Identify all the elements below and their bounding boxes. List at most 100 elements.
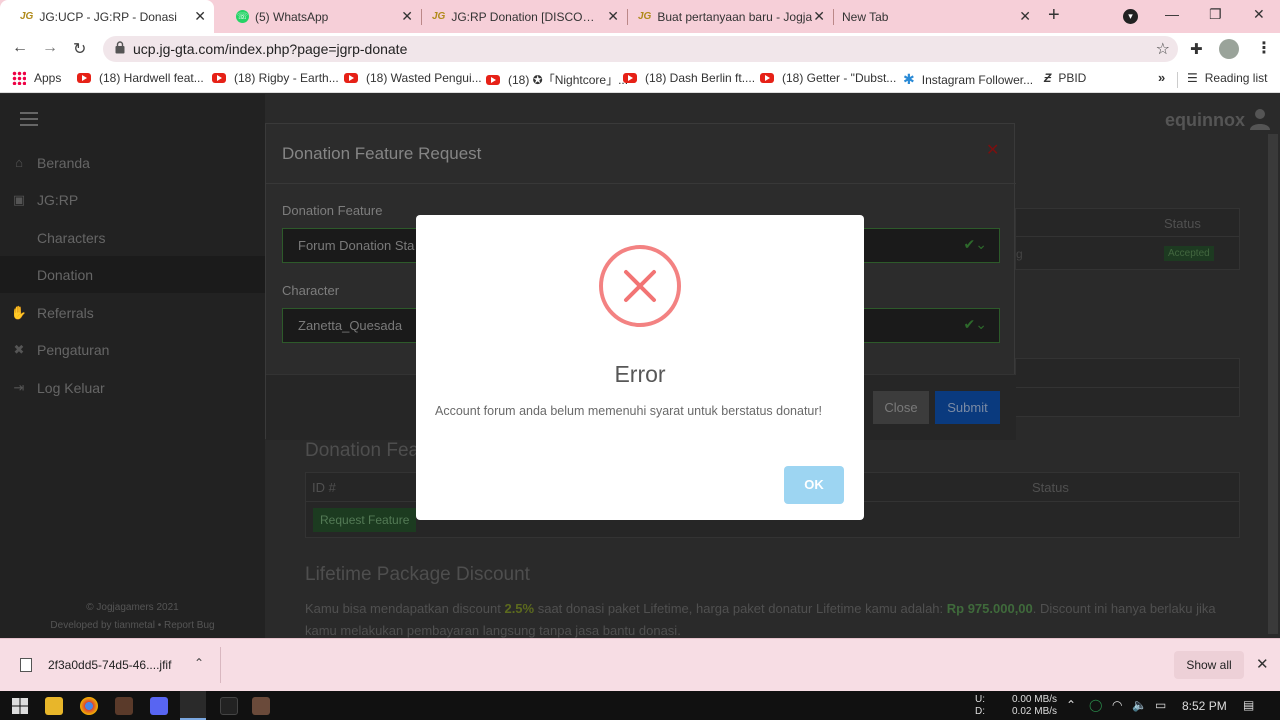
menu-dots-icon[interactable]: ⋮ xyxy=(1256,38,1272,58)
bookmark-nightcore[interactable]: (18) ✪「Nightcore」... xyxy=(486,71,628,88)
tab-donation-discount[interactable]: JG JG:RP Donation [DISCOUNT] ✕ xyxy=(422,0,627,33)
close-icon[interactable]: ✕ xyxy=(194,8,206,25)
bookmark-star-icon[interactable]: ☆ xyxy=(1156,39,1170,59)
request-feature-button[interactable]: Request Feature xyxy=(313,508,417,532)
bookmark-wasted-penguin[interactable]: (18) Wasted Pengui... xyxy=(344,71,482,85)
tab-title: Buat pertanyaan baru - Jogja xyxy=(657,9,813,24)
modal-close-icon[interactable]: ✕ xyxy=(986,140,999,160)
bookmarks-divider xyxy=(1177,72,1178,88)
youtube-icon xyxy=(344,73,358,83)
discord-icon[interactable] xyxy=(150,697,168,715)
address-bar[interactable]: ucp.jg-gta.com/index.php?page=jgrp-donat… xyxy=(103,36,1178,62)
cell-fragment: g xyxy=(1016,247,1023,261)
tab-new-tab[interactable]: New Tab ✕ xyxy=(834,0,1039,33)
bookmark-pbid[interactable]: Ƶ PBID xyxy=(1044,71,1086,85)
star-burst-icon: ✱ xyxy=(903,71,915,87)
scrollbar[interactable] xyxy=(1268,134,1278,634)
file-icon xyxy=(20,658,32,672)
close-icon[interactable]: ✕ xyxy=(607,8,619,25)
restore-icon[interactable]: ❐ xyxy=(1209,6,1222,23)
profile-avatar[interactable] xyxy=(1219,39,1239,59)
reading-list-icon: ☰ xyxy=(1187,71,1198,85)
sidebar-item-jgrp[interactable]: ▣ JG:RP xyxy=(0,181,265,218)
bookmark-dash-berlin[interactable]: (18) Dash Berlin ft.... xyxy=(623,71,755,85)
discount-value: 2.5% xyxy=(504,601,535,616)
youtube-icon xyxy=(623,73,637,83)
chevron-up-icon[interactable]: ⌃ xyxy=(194,656,204,670)
logout-icon: ⇥ xyxy=(13,379,25,395)
reading-list[interactable]: ☰ Reading list xyxy=(1187,71,1267,85)
brand-logo: equinnox xyxy=(1165,110,1245,130)
chrome-icon[interactable] xyxy=(80,697,98,715)
volume-icon[interactable]: 🔈 xyxy=(1132,698,1147,712)
home-icon: ⌂ xyxy=(15,155,23,170)
tab-jgucp-donasi[interactable]: JG JG:UCP - JG:RP - Donasi ✕ xyxy=(0,0,214,33)
file-explorer-icon[interactable] xyxy=(45,697,63,715)
battery-icon[interactable]: ▭ xyxy=(1155,698,1166,712)
tab-title: JG:UCP - JG:RP - Donasi xyxy=(39,9,177,24)
youtube-icon xyxy=(77,73,91,83)
sidebar-item-characters[interactable]: Characters xyxy=(0,219,265,256)
chrome-active-icon[interactable] xyxy=(180,691,206,720)
hamburger-menu-icon[interactable] xyxy=(20,112,38,126)
reload-icon[interactable]: ↻ xyxy=(73,39,86,59)
price-value: Rp 975.000,00 xyxy=(946,601,1033,616)
download-bar: 2f3a0dd5-74d5-46....jfif ⌃ Show all ✕ xyxy=(0,638,1280,691)
extensions-puzzle-icon[interactable]: ✚ xyxy=(1190,40,1203,58)
bookmark-getter[interactable]: (18) Getter - "Dubst... xyxy=(760,71,896,85)
window-close-icon[interactable]: ✕ xyxy=(1253,6,1265,23)
sidebar-item-log-keluar[interactable]: ⇥ Log Keluar xyxy=(0,369,265,406)
download-divider xyxy=(220,647,221,683)
notification-icon[interactable]: ▤ xyxy=(1243,698,1254,712)
more-bookmarks-chevron-icon[interactable]: » xyxy=(1158,70,1165,85)
sidebar-item-referrals[interactable]: ✋ Referrals xyxy=(0,294,265,331)
show-all-button[interactable]: Show all xyxy=(1174,651,1244,679)
sidebar-item-beranda[interactable]: ⌂ Beranda xyxy=(0,144,265,181)
game-app-icon[interactable] xyxy=(252,697,270,715)
bookmark-instagram-follower[interactable]: ✱ Instagram Follower... xyxy=(903,71,1033,88)
pbid-logo-icon: Ƶ xyxy=(1044,71,1052,85)
modal-divider xyxy=(266,183,1016,184)
close-icon[interactable]: ✕ xyxy=(813,8,825,25)
back-arrow-icon[interactable]: ← xyxy=(12,39,28,57)
tab-search-chevron-icon[interactable]: ▾ xyxy=(1123,9,1138,24)
table-row xyxy=(1015,387,1240,417)
app-icon[interactable] xyxy=(220,697,238,715)
close-icon[interactable]: ✕ xyxy=(401,8,413,25)
sidebar-footer: © Jogjagamers 2021 Developed by tianmeta… xyxy=(50,602,215,631)
bookmark-apps[interactable]: Apps xyxy=(12,71,61,85)
lifetime-heading: Lifetime Package Discount xyxy=(305,564,530,585)
game-app-icon[interactable] xyxy=(115,697,133,715)
report-bug-link[interactable]: Report Bug xyxy=(164,620,215,631)
download-filename[interactable]: 2f3a0dd5-74d5-46....jfif xyxy=(48,658,171,672)
youtube-icon xyxy=(212,73,226,83)
minimize-icon[interactable]: — xyxy=(1165,6,1179,22)
tray-app-icon[interactable]: ◯ xyxy=(1089,698,1102,712)
sidebar-item-donation[interactable]: Donation xyxy=(0,256,265,293)
tab-strip: JG JG:UCP - JG:RP - Donasi ✕ ☏ (5) Whats… xyxy=(0,0,1280,33)
youtube-icon xyxy=(486,74,500,85)
close-icon[interactable]: ✕ xyxy=(1256,655,1269,673)
valid-check-icon: ✔⌄ xyxy=(963,236,987,252)
clock[interactable]: 8:52 PM xyxy=(1182,699,1227,713)
forward-arrow-icon[interactable]: → xyxy=(42,39,58,57)
close-button[interactable]: Close xyxy=(873,391,929,424)
taskbar: U: D: 0.00 MB/s 0.02 MB/s ⌃ ◯ ◠ 🔈 ▭ 8:52… xyxy=(0,691,1280,720)
handshake-icon: ✋ xyxy=(10,304,28,320)
bookmark-rigby[interactable]: (18) Rigby - Earth... xyxy=(212,71,339,85)
submit-button[interactable]: Submit xyxy=(935,391,1000,424)
tray-chevron-up-icon[interactable]: ⌃ xyxy=(1066,698,1076,712)
new-tab-plus-icon[interactable]: + xyxy=(1048,4,1060,27)
tab-whatsapp[interactable]: ☏ (5) WhatsApp ✕ xyxy=(216,0,421,33)
wifi-icon[interactable]: ◠ xyxy=(1112,698,1122,712)
sidebar-item-pengaturan[interactable]: ✖ Pengaturan xyxy=(0,331,265,368)
windows-start-icon[interactable] xyxy=(12,698,28,714)
ok-button[interactable]: OK xyxy=(784,466,844,504)
youtube-icon xyxy=(760,73,774,83)
close-icon[interactable]: ✕ xyxy=(1019,8,1031,25)
user-icon[interactable] xyxy=(1250,108,1270,130)
bookmark-hardwell[interactable]: (18) Hardwell feat... xyxy=(77,71,204,85)
table-header: Status xyxy=(1015,208,1240,238)
donation-feature-heading: Donation Fea xyxy=(305,440,420,461)
tab-buat-pertanyaan[interactable]: JG Buat pertanyaan baru - Jogja ✕ xyxy=(628,0,833,33)
